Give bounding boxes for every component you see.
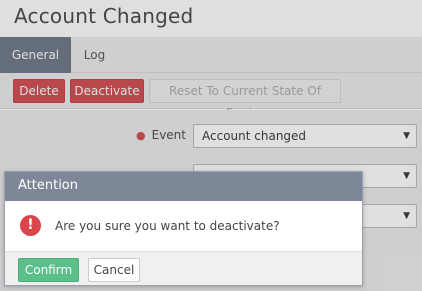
dialog-header: Attention: [5, 172, 362, 201]
cancel-button[interactable]: Cancel: [88, 258, 140, 282]
confirm-button[interactable]: Confirm: [18, 258, 79, 282]
exclamation-icon: !: [20, 215, 41, 236]
page: Account Changed General Log Delete Deact…: [0, 0, 422, 291]
dialog-body: ! Are you sure you want to deactivate?: [5, 201, 362, 251]
confirm-dialog: Attention ! Are you sure you want to dea…: [4, 171, 363, 286]
dialog-footer: Confirm Cancel: [5, 251, 362, 285]
dialog-message: Are you sure you want to deactivate?: [55, 219, 280, 233]
dialog-title: Attention: [18, 178, 78, 193]
